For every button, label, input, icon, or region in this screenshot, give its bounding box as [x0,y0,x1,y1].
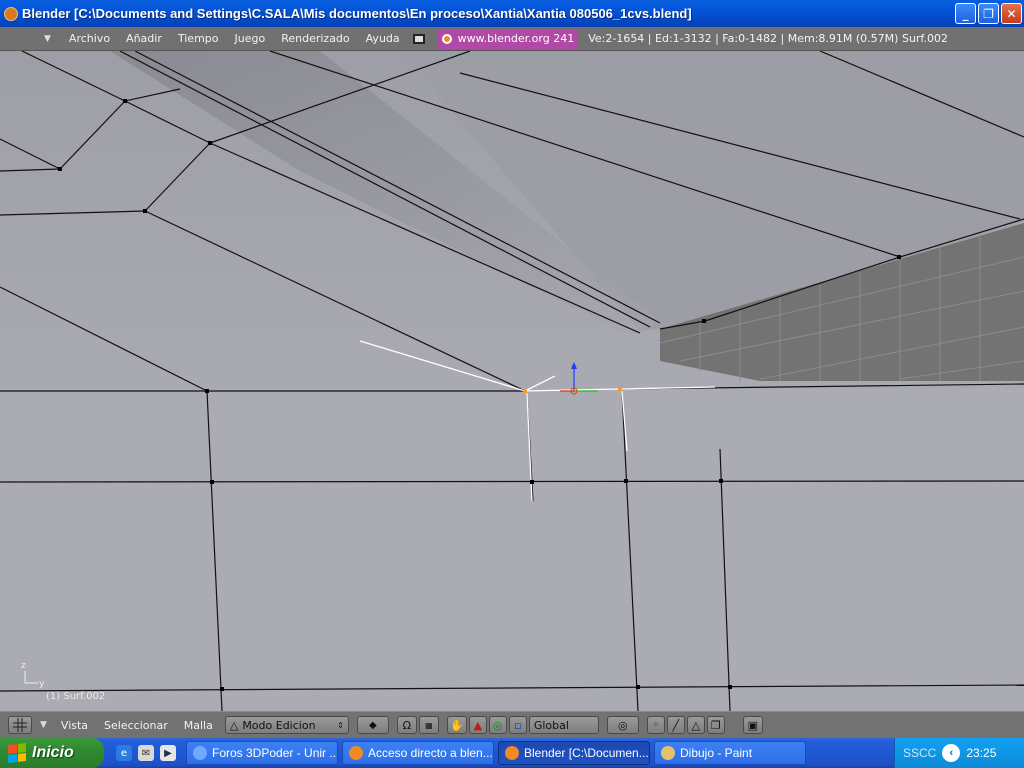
translate-manipulator-button[interactable]: ▲ [468,716,487,734]
updown-icon: ⇕ [337,720,344,730]
edit-mode-icon: △ [229,718,239,732]
blender-icon [505,746,519,760]
face-select-button[interactable]: △ [686,716,705,734]
screen-browse-icon[interactable] [410,30,428,48]
clock: 23:25 [966,746,997,760]
face-select-icon: △ [691,718,701,732]
menu-renderizado[interactable]: Renderizado [273,32,357,45]
scene-stats: Ve:2-1654 | Ed:1-3132 | Fa:0-1482 | Mem:… [588,32,948,45]
manipulator-toggle[interactable]: ✋ [446,716,467,734]
header-collapse-icon[interactable]: ▼ [44,34,51,44]
mesh-wireframe [0,51,1024,711]
pivot-selector[interactable]: ◎ [606,716,639,734]
orientation-selector[interactable]: Global [528,716,599,734]
layers-icon: ▦ [425,720,433,730]
internet-explorer-icon[interactable]: e [116,745,132,761]
task-paint[interactable]: Dibujo - Paint [654,741,806,765]
render-preview-button[interactable]: ▣ [742,716,763,734]
image-icon: ▣ [747,718,759,732]
task-paint-label: Dibujo - Paint [680,746,753,760]
draw-type-selector[interactable]: ◆ [356,716,389,734]
hand-icon: ✋ [449,718,464,732]
task-acceso-directo[interactable]: Acceso directo a blen... [342,741,494,765]
window-controls: _ ❐ ✕ [955,3,1022,24]
menu-collapse-icon[interactable]: ▼ [40,720,47,730]
task-acceso-label: Acceso directo a blen... [368,746,493,760]
menu-ayuda[interactable]: Ayuda [358,32,408,45]
occlude-icon: Ω [402,718,412,732]
menu-archivo[interactable]: Archivo [61,32,118,45]
limit-selection-button[interactable]: ❒ [706,716,725,734]
mode-selector[interactable]: △ Modo Edicion ⇕ [224,716,349,734]
browser-icon [193,746,207,760]
tray-expand-icon[interactable]: ‹ [942,744,961,762]
menu-tiempo[interactable]: Tiempo [170,32,227,45]
circle-icon: ◎ [493,718,503,732]
task-blender-label: Blender [C:\Documen... [524,746,649,760]
menu-vista[interactable]: Vista [53,719,96,732]
close-button[interactable]: ✕ [1001,3,1022,24]
active-object-label: (1) Surf.002 [46,691,106,702]
info-header: ▼ Archivo Añadir Tiempo Juego Renderizad… [0,27,1024,51]
tray-text: SSCC [903,746,937,760]
view3d-grid-icon [13,718,27,732]
rotate-manipulator-button[interactable]: ◎ [488,716,507,734]
menu-malla[interactable]: Malla [176,719,221,732]
outlook-express-icon[interactable]: ✉ [138,745,154,761]
media-player-icon[interactable]: ▶ [160,745,176,761]
mode-selector-value: Modo Edicion [242,718,316,732]
square-icon: ▫ [514,718,522,732]
blender-url-text: www.blender.org 241 [457,32,575,45]
vertex-select-icon: ⁘ [652,720,660,730]
task-foros-label: Foros 3DPoder - Unir ... [212,746,338,760]
task-foros[interactable]: Foros 3DPoder - Unir ... [186,741,338,765]
vertex-select-button[interactable]: ⁘ [646,716,665,734]
occlude-toggle[interactable]: Ω [396,716,417,734]
blender-app-icon [4,6,18,21]
3d-viewport[interactable]: z y (1) Surf.002 [0,51,1024,711]
window-title: Blender [C:\Documents and Settings\C.SAL… [22,6,692,21]
edge-select-button[interactable]: ╱ [666,716,685,734]
maximize-button[interactable]: ❐ [978,3,999,24]
orientation-selector-value: Global [533,718,569,732]
minimize-button[interactable]: _ [955,3,976,24]
axis-z-label: z [21,661,26,671]
triangle-icon: ▲ [473,718,483,732]
menu-anadir[interactable]: Añadir [118,32,170,45]
start-label: Inicio [32,744,74,761]
window-type-button[interactable] [8,716,32,734]
menu-seleccionar[interactable]: Seleccionar [96,719,176,732]
scale-manipulator-button[interactable]: ▫ [508,716,527,734]
window-titlebar[interactable]: Blender [C:\Documents and Settings\C.SAL… [0,0,1024,27]
paint-icon [661,746,675,760]
pivot-icon: ◎ [618,718,628,732]
draw-type-icon: ◆ [368,719,377,731]
layers-button[interactable]: ▦ [418,716,439,734]
windows-logo-icon [8,743,26,763]
menu-juego[interactable]: Juego [227,32,274,45]
cube-icon: ❒ [710,718,721,732]
edge-select-icon: ╱ [672,718,680,732]
blender-icon [349,746,363,760]
quick-launch: e ✉ ▶ [116,745,176,761]
axis-y-label: y [39,679,45,689]
3d-view-header: ▼ Vista Seleccionar Malla △ Modo Edicion… [0,711,1024,738]
task-blender[interactable]: Blender [C:\Documen... [498,741,650,765]
start-button[interactable]: Inicio [0,738,104,768]
taskbar: Inicio e ✉ ▶ Foros 3DPoder - Unir ... Ac… [0,738,1024,768]
system-tray: SSCC ‹ 23:25 [894,738,1024,768]
blender-url-link[interactable]: www.blender.org 241 [437,28,579,49]
blender-logo-icon [441,33,452,44]
